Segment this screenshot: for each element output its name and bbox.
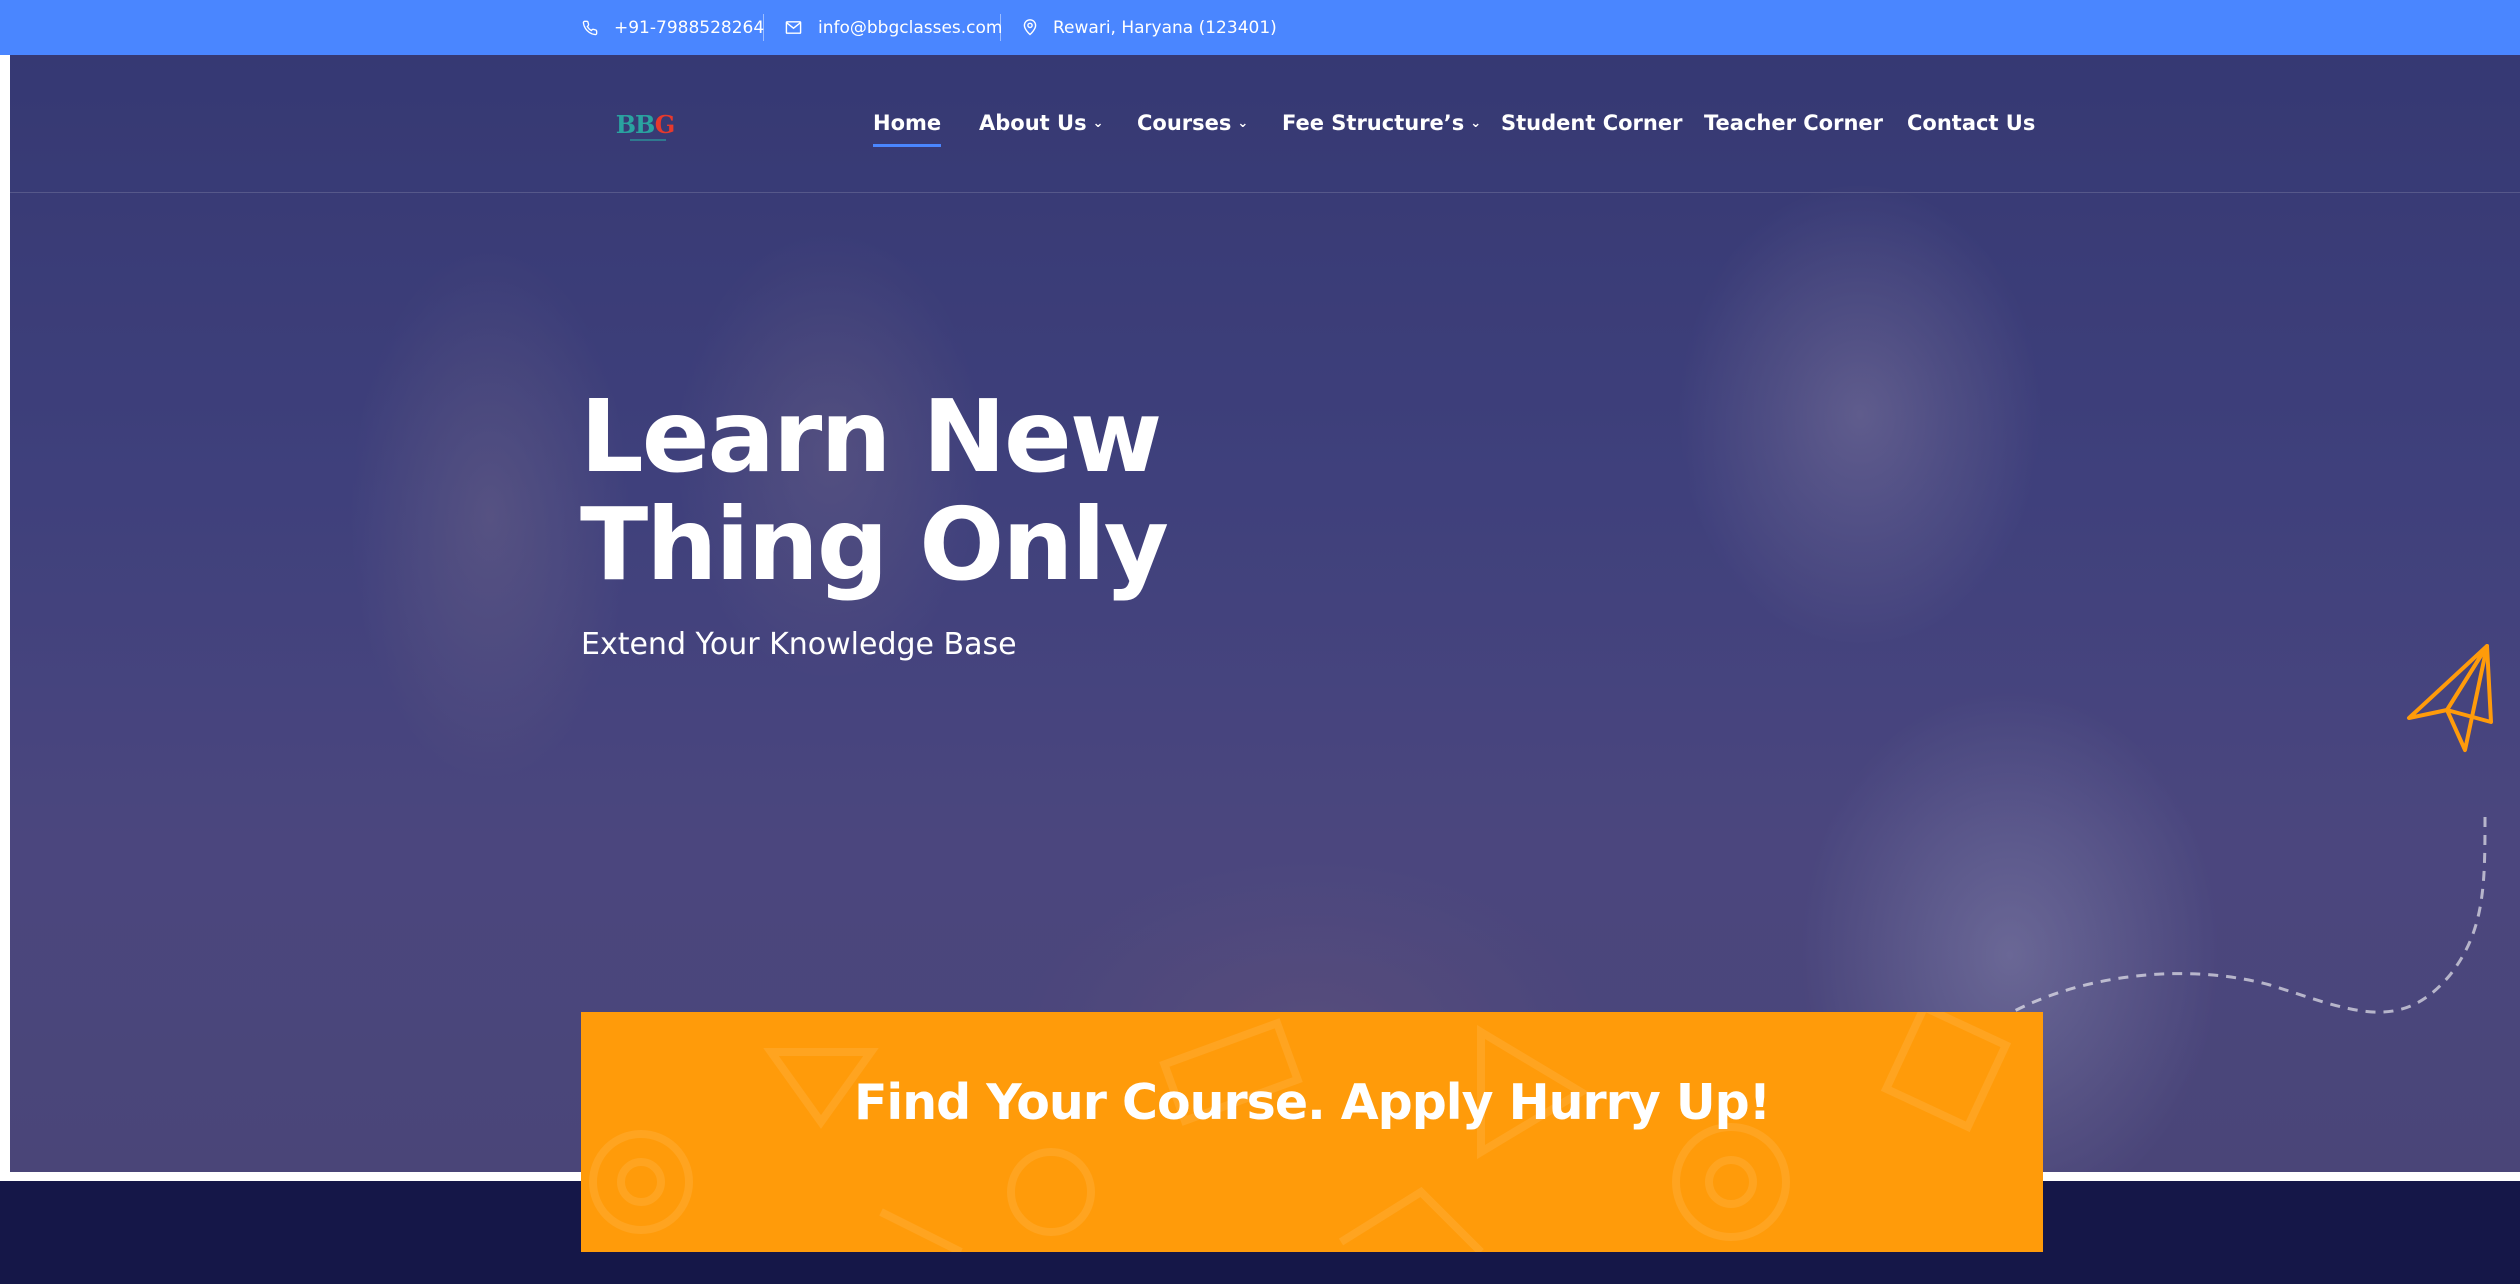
nav-about-label: About Us	[979, 111, 1087, 135]
chevron-down-icon: ⌄	[1092, 115, 1104, 131]
nav-fee-label: Fee Structure’s	[1282, 111, 1465, 135]
topbar-phone[interactable]: +91-7988528264	[582, 0, 764, 55]
topbar-address-text: Rewari, Haryana (123401)	[1053, 17, 1277, 38]
nav-about[interactable]: About Us ⌄	[979, 103, 1103, 143]
top-info-bar: +91-7988528264 info@bbgclasses.com Rewar…	[0, 0, 2520, 55]
topbar-divider	[763, 14, 764, 41]
chevron-down-icon: ⌄	[1470, 115, 1482, 131]
site-logo[interactable]: BBG	[610, 101, 680, 147]
hero-title-line2: Thing Only	[580, 486, 1169, 603]
topbar-email-text: info@bbgclasses.com	[818, 17, 1003, 38]
topbar-email[interactable]: info@bbgclasses.com	[785, 0, 1003, 55]
cta-title: Find Your Course. Apply Hurry Up!	[853, 1074, 1771, 1131]
paper-plane-icon	[2407, 644, 2493, 752]
header-divider	[10, 192, 2520, 193]
phone-icon	[582, 20, 598, 35]
chevron-down-icon: ⌄	[1237, 115, 1249, 131]
nav-teacher-label: Teacher Corner	[1704, 111, 1884, 135]
location-pin-icon	[1023, 19, 1037, 36]
topbar-phone-text: +91-7988528264	[614, 17, 765, 38]
nav-fee-structure[interactable]: Fee Structure’s ⌄	[1282, 103, 1481, 143]
find-course-banner: Find Your Course. Apply Hurry Up!	[581, 1012, 2043, 1252]
nav-teacher-corner[interactable]: Teacher Corner	[1704, 103, 1883, 143]
decorative-pattern	[589, 1012, 2012, 1252]
hero-title-line1: Learn New	[580, 378, 1162, 495]
nav-courses-label: Courses	[1137, 111, 1232, 135]
nav-home[interactable]: Home	[873, 103, 942, 147]
hero-section: BBG Home About Us ⌄ Courses ⌄ Fee Structur…	[10, 55, 2520, 1172]
nav-student-corner[interactable]: Student Corner	[1501, 103, 1682, 143]
nav-contact[interactable]: Contact Us	[1907, 103, 2035, 143]
mail-icon	[785, 21, 802, 34]
hero-title: Learn New Thing Only	[580, 383, 1280, 599]
hero-subtitle: Extend Your Knowledge Base	[581, 627, 1017, 662]
topbar-address: Rewari, Haryana (123401)	[1023, 0, 1277, 55]
nav-home-label: Home	[873, 111, 942, 135]
logo-underline	[630, 139, 666, 141]
nav-courses[interactable]: Courses ⌄	[1137, 103, 1248, 143]
nav-contact-label: Contact Us	[1907, 111, 2036, 135]
logo-text: BBG	[615, 109, 675, 139]
topbar-divider	[1000, 14, 1001, 41]
nav-student-label: Student Corner	[1501, 111, 1683, 135]
